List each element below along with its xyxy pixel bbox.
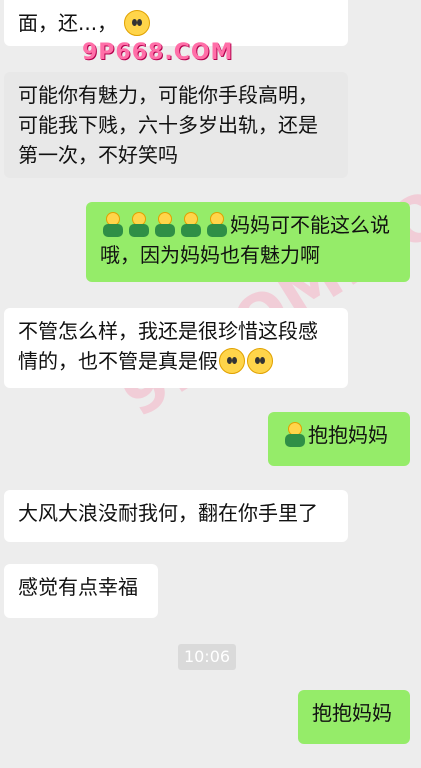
hug-emoji-icon bbox=[282, 422, 308, 448]
smile-emoji-icon bbox=[247, 348, 273, 374]
message-text: 可能你有魅力，可能你手段高明，可能我下贱，六十多岁出轨，还是第一次，不好笑吗 bbox=[18, 83, 318, 167]
message-bubble-outgoing: 妈妈可不能这么说哦，因为妈妈也有魅力啊 bbox=[86, 202, 410, 282]
message-text: 感觉有点幸福 bbox=[18, 575, 138, 599]
smile-emoji-icon bbox=[124, 10, 151, 36]
hug-emoji-icon bbox=[204, 212, 230, 238]
hug-emoji-icon bbox=[126, 212, 152, 238]
message-text: 抱抱妈妈 bbox=[312, 701, 392, 725]
message-text: 抱抱妈妈 bbox=[308, 423, 388, 447]
message-text: 大风大浪没耐我何，翻在你手里了 bbox=[18, 501, 318, 525]
smile-emoji-icon bbox=[219, 348, 245, 374]
hug-emoji-icon bbox=[178, 212, 204, 238]
message-bubble-incoming: 可能你有魅力，可能你手段高明，可能我下贱，六十多岁出轨，还是第一次，不好笑吗 bbox=[4, 72, 348, 178]
message-bubble-outgoing: 抱抱妈妈 bbox=[268, 412, 410, 466]
message-text: 面，还...， bbox=[18, 11, 118, 35]
watermark-text: 9P668.COM bbox=[82, 40, 234, 65]
hug-emoji-icon bbox=[100, 212, 126, 238]
message-bubble-incoming: 大风大浪没耐我何，翻在你手里了 bbox=[4, 490, 348, 542]
message-timestamp: 10:06 bbox=[178, 644, 236, 670]
message-text: 不管怎么样，我还是很珍惜这段感情的，也不管是真是假 bbox=[18, 319, 318, 373]
message-bubble-outgoing: 抱抱妈妈 bbox=[298, 690, 410, 744]
message-bubble-incoming: 不管怎么样，我还是很珍惜这段感情的，也不管是真是假 bbox=[4, 308, 348, 388]
message-bubble-incoming: 感觉有点幸福 bbox=[4, 564, 158, 618]
hug-emoji-icon bbox=[152, 212, 178, 238]
